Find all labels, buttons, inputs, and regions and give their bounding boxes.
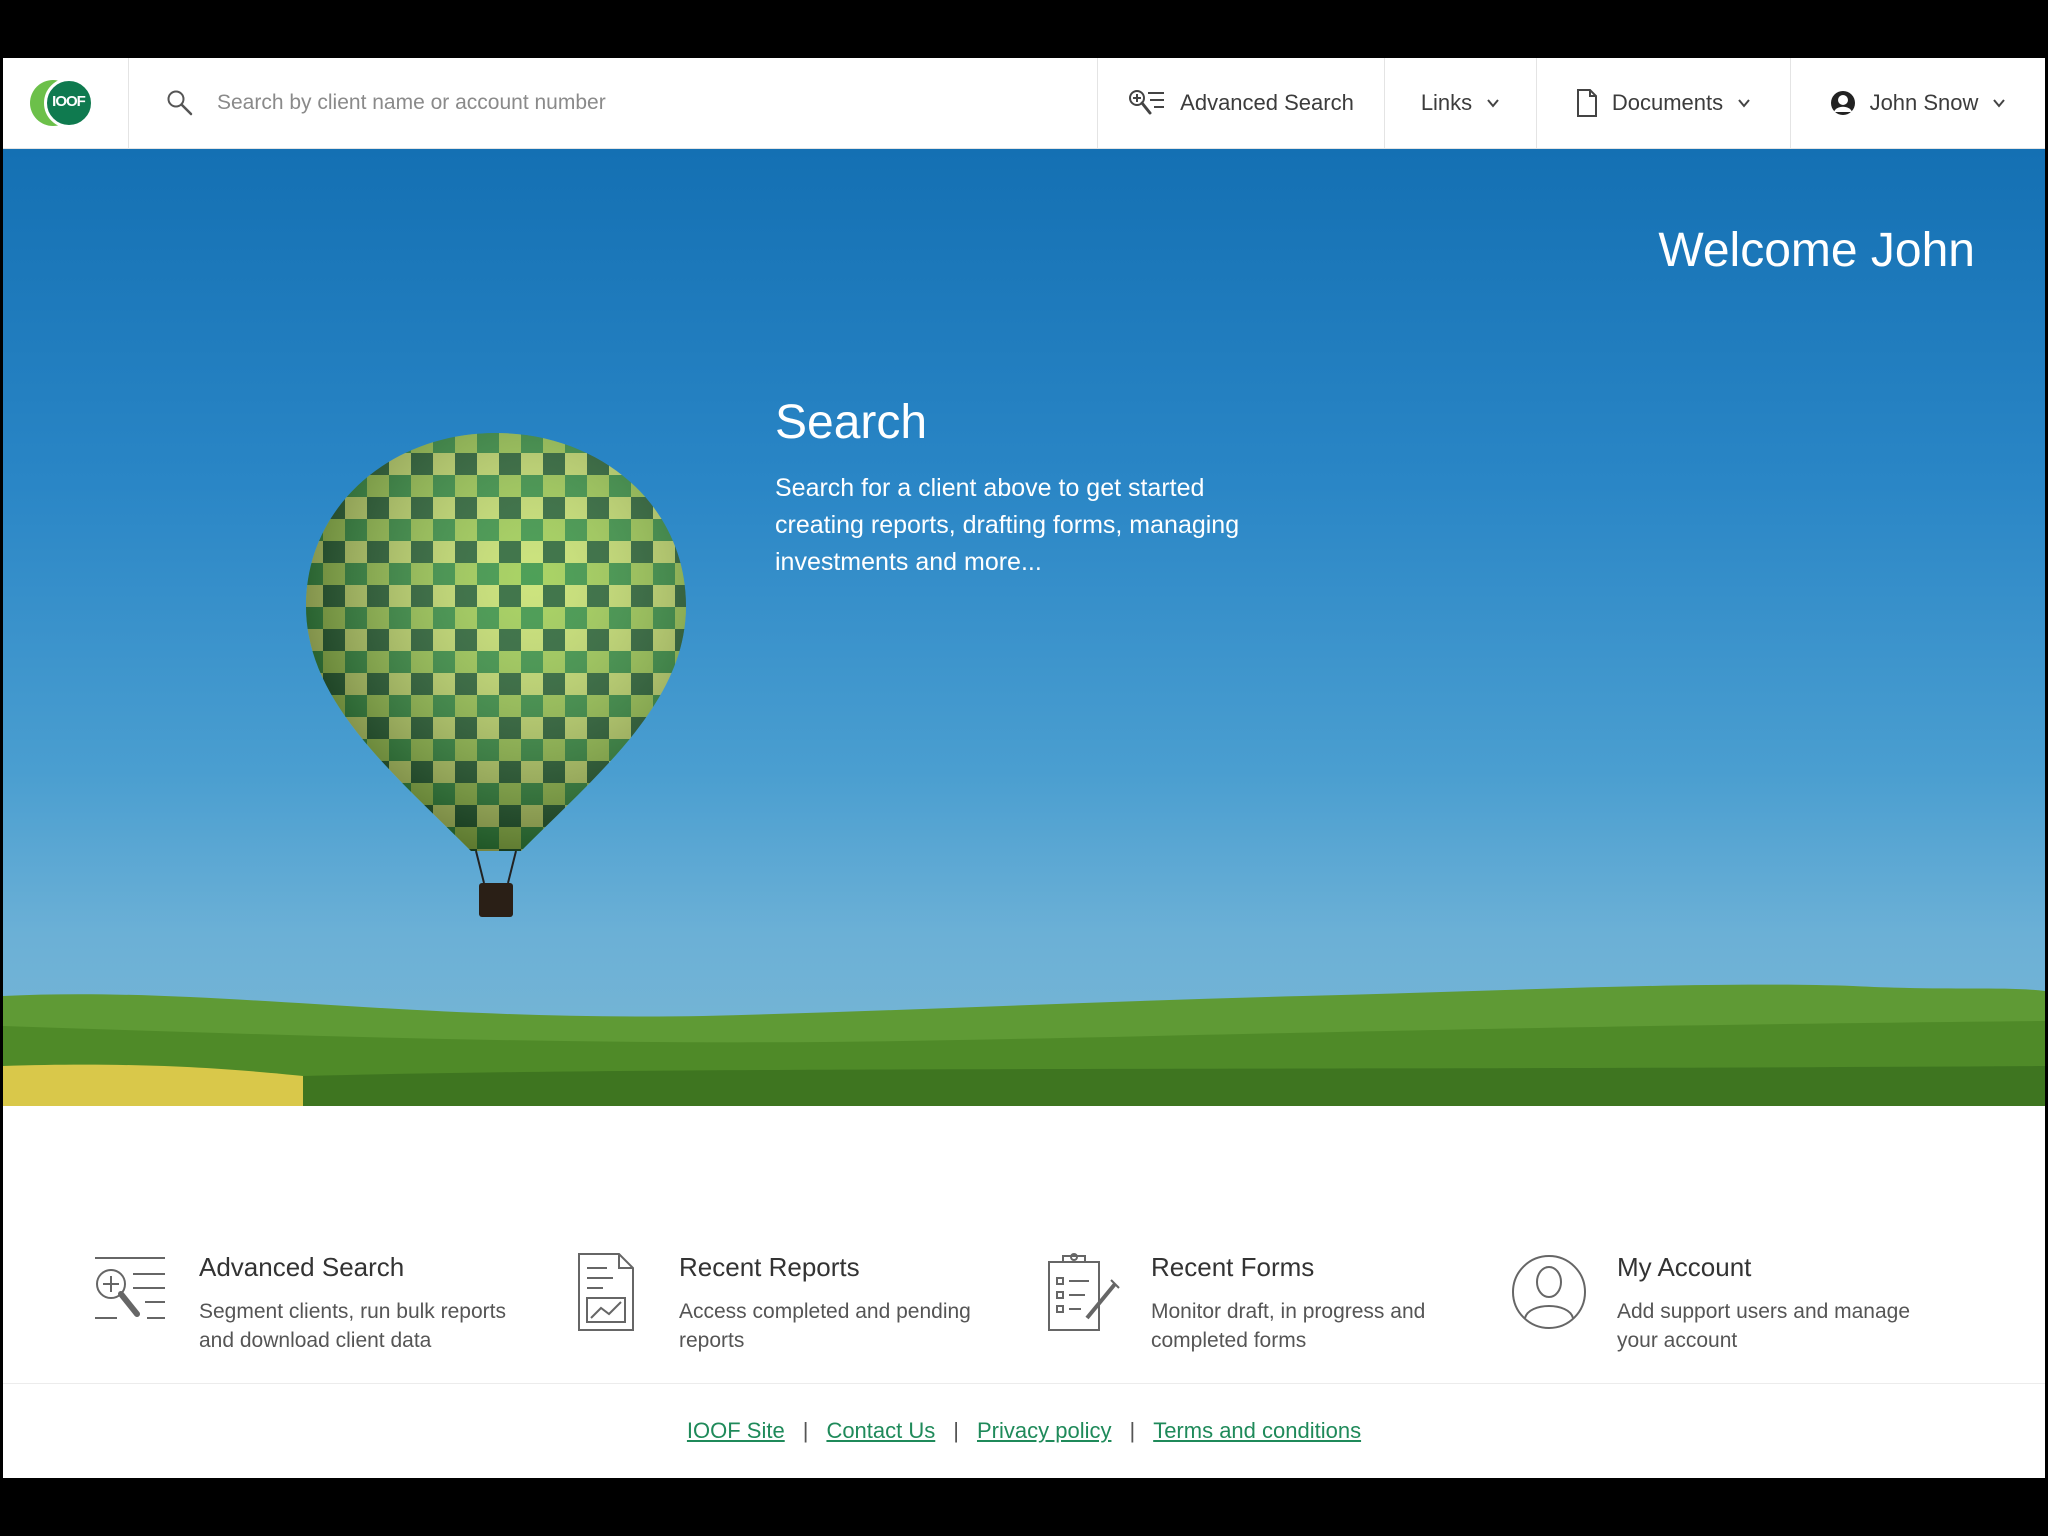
feature-title: Recent Reports [679, 1252, 860, 1282]
logo-text: IOOF [52, 93, 86, 110]
clipboard-form-icon [1048, 1253, 1120, 1331]
user-avatar-icon [1830, 91, 1855, 115]
documents-label: Documents [1611, 90, 1724, 115]
hero-search-intro: Search Search for a client above to get … [775, 395, 1275, 581]
footer-separator: | [802, 1418, 809, 1443]
user-menu-dropdown[interactable]: John Snow [1791, 58, 2045, 148]
feature-description: Segment clients, run bulk reports and do… [199, 1300, 506, 1352]
footer: IOOF Site | Contact Us | Privacy policy … [3, 1383, 2045, 1478]
feature-recent-reports[interactable]: Recent Reports Access completed and pend… [573, 1252, 1009, 1355]
logo-cell[interactable]: IOOF [3, 58, 129, 148]
feature-title: Advanced Search [199, 1252, 405, 1282]
app-frame: IOOF Advanced Search Links [3, 58, 2045, 1478]
chevron-down-icon [1487, 99, 1499, 108]
feature-advanced-search[interactable]: Advanced Search Segment clients, run bul… [93, 1252, 529, 1355]
chevron-down-icon [1738, 99, 1750, 108]
document-icon [1576, 89, 1597, 117]
hero-banner: Welcome John Search Search for a client … [3, 149, 2045, 1106]
advanced-search-icon [1129, 90, 1165, 115]
chevron-down-icon [1993, 99, 2006, 108]
client-search-input[interactable] [217, 91, 917, 115]
user-name-label: John Snow [1869, 90, 1979, 115]
advanced-search-button[interactable]: Advanced Search [1098, 58, 1385, 148]
hot-air-balloon-image [306, 433, 686, 917]
feature-recent-forms[interactable]: Recent Forms Monitor draft, in progress … [1045, 1252, 1481, 1355]
welcome-heading: Welcome John [1658, 224, 1975, 277]
documents-dropdown[interactable]: Documents [1537, 58, 1791, 148]
user-account-icon [1512, 1255, 1586, 1329]
hero-description: Search for a client above to get started… [775, 474, 1240, 576]
top-header: IOOF Advanced Search Links [3, 58, 2045, 149]
feature-description: Add support users and manage your accoun… [1617, 1300, 1911, 1352]
search-bar [129, 58, 1098, 148]
footer-link-terms[interactable]: Terms and conditions [1153, 1418, 1361, 1444]
feature-title: My Account [1617, 1252, 1752, 1282]
links-dropdown[interactable]: Links [1385, 58, 1537, 148]
links-label: Links [1420, 90, 1473, 115]
report-chart-icon [578, 1253, 634, 1331]
footer-link-ioof-site[interactable]: IOOF Site [687, 1418, 785, 1444]
ioof-logo[interactable]: IOOF [29, 78, 102, 128]
feature-title: Recent Forms [1151, 1252, 1315, 1282]
footer-link-contact-us[interactable]: Contact Us [826, 1418, 935, 1444]
hills-landscape [3, 984, 2045, 1106]
search-icon [167, 90, 193, 116]
feature-description: Monitor draft, in progress and completed… [1151, 1300, 1426, 1352]
footer-separator: | [1129, 1418, 1136, 1443]
feature-description: Access completed and pending reports [679, 1300, 971, 1352]
feature-my-account[interactable]: My Account Add support users and manage … [1511, 1252, 1947, 1355]
footer-separator: | [953, 1418, 959, 1443]
footer-link-privacy-policy[interactable]: Privacy policy [977, 1418, 1111, 1444]
advanced-search-icon [95, 1257, 165, 1319]
hero-title: Search [775, 396, 928, 449]
advanced-search-label: Advanced Search [1180, 90, 1354, 115]
